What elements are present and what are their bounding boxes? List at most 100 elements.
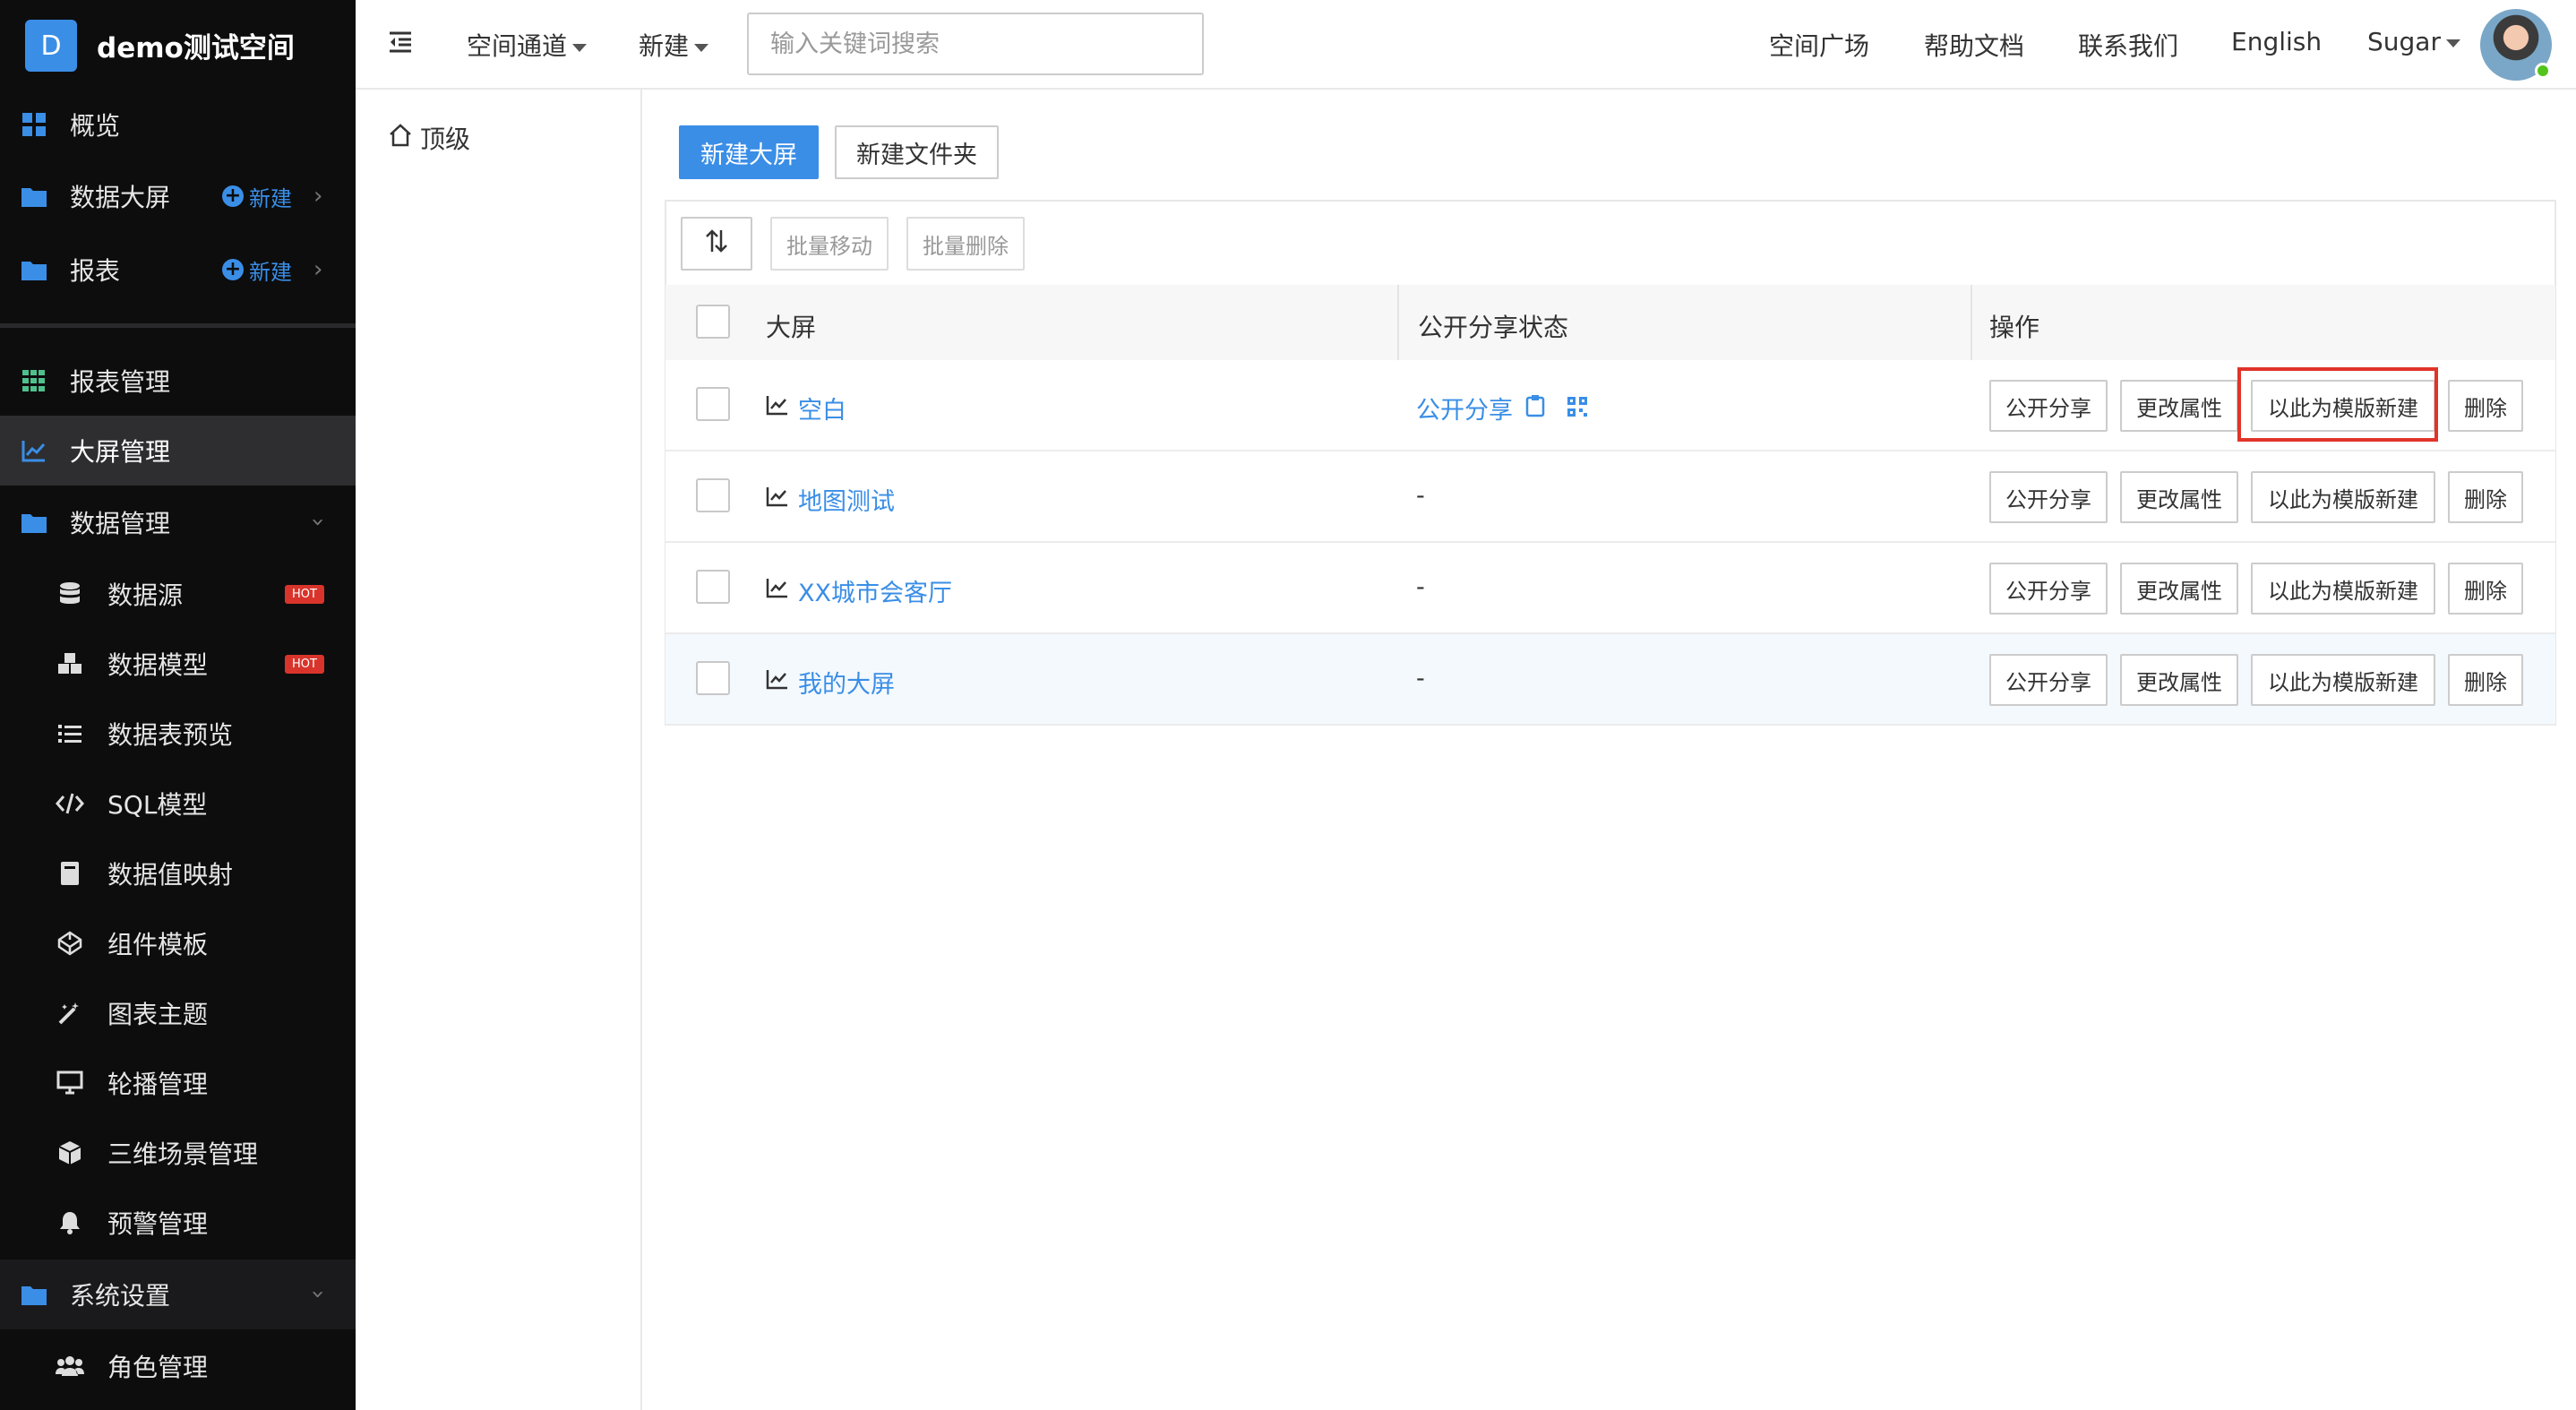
new-dropdown[interactable]: 新建 [639,27,709,63]
hot-badge: HOT [285,654,324,674]
top-header: 空间通道 新建 空间广场 帮助文档 联系我们 English Sugar [356,0,2576,90]
table-row: XX城市会客厅 - 公开分享 更改属性 以此为模版新建 删除 [665,543,2555,634]
sidebar-item-screens[interactable]: 数据大屏 + 新建 › [0,161,356,231]
sidebar-item-data-model[interactable]: 数据模型 HOT [0,629,356,699]
screen-name-link[interactable]: 我的大屏 [766,665,895,700]
users-icon [56,1352,84,1380]
sidebar-item-label: 数据大屏 [70,183,171,212]
sidebar-item-label: 图表主题 [107,1000,209,1029]
space-channel-dropdown[interactable]: 空间通道 [467,27,588,63]
sort-icon [704,228,729,261]
public-share-button[interactable]: 公开分享 [1989,654,2108,706]
sidebar-item-label: 系统设置 [70,1281,171,1311]
sidebar-item-label: SQL模型 [107,790,208,820]
new-label: 新建 [249,259,292,285]
create-from-template-button[interactable]: 以此为模版新建 [2251,563,2435,615]
share-status[interactable]: 公开分享 [1416,391,1513,426]
online-status-dot [2535,63,2551,79]
public-share-button[interactable]: 公开分享 [1989,380,2108,432]
delete-button[interactable]: 删除 [2448,471,2523,523]
edit-properties-button[interactable]: 更改属性 [2120,563,2238,615]
line-chart-icon [766,577,789,605]
sidebar-item-alerts[interactable]: 预警管理 [0,1188,356,1258]
codepen-icon [56,929,84,958]
column-header-actions: 操作 [1989,313,2040,342]
collapse-menu-icon[interactable] [388,30,413,57]
new-folder-button[interactable]: 新建文件夹 [835,125,999,179]
sidebar-item-datasource[interactable]: 数据源 HOT [0,559,356,629]
new-label: 新建 [639,31,690,61]
screen-name-link[interactable]: 空白 [766,391,846,426]
search-input[interactable] [747,13,1204,75]
batch-delete-button[interactable]: 批量删除 [906,217,1025,271]
sidebar-item-value-mapping[interactable]: 数据值映射 [0,838,356,908]
create-from-template-button[interactable]: 以此为模版新建 [2251,471,2435,523]
sidebar-item-component-templates[interactable]: 组件模板 [0,908,356,978]
user-menu[interactable]: Sugar [2367,27,2460,56]
logo-badge: D [25,20,77,72]
database-icon [56,580,84,608]
screen-name: XX城市会客厅 [798,580,952,607]
edit-properties-button[interactable]: 更改属性 [2120,380,2238,432]
sidebar-item-label: 角色管理 [107,1353,209,1382]
screen-name-link[interactable]: 地图测试 [766,482,895,517]
username: Sugar [2367,27,2441,56]
share-status-label: 公开分享 [1416,397,1513,425]
sidebar-item-table-preview[interactable]: 数据表预览 [0,699,356,769]
row-checkbox[interactable] [696,661,730,695]
sidebar-item-label: 轮播管理 [107,1070,209,1099]
sidebar-item-screen-management[interactable]: 大屏管理 [0,416,356,486]
select-all-checkbox[interactable] [696,305,730,339]
contact-us-link[interactable]: 联系我们 [2078,27,2178,63]
sidebar-item-carousel[interactable]: 轮播管理 [0,1048,356,1118]
cubes-icon [56,649,84,678]
public-share-button[interactable]: 公开分享 [1989,471,2108,523]
space-title: demo测试空间 [97,32,295,64]
folder-icon [20,255,48,284]
delete-button[interactable]: 删除 [2448,654,2523,706]
sidebar-item-roles[interactable]: 角色管理 [0,1331,356,1401]
sidebar-item-data-management[interactable]: 数据管理 › [0,487,356,557]
folder-icon [20,182,48,211]
help-docs-link[interactable]: 帮助文档 [1924,27,2024,63]
clipboard-icon[interactable] [1525,394,1545,421]
batch-move-button[interactable]: 批量移动 [770,217,889,271]
public-share-button[interactable]: 公开分享 [1989,563,2108,615]
sidebar-item-3d-scenes[interactable]: 三维场景管理 [0,1118,356,1188]
space-plaza-link[interactable]: 空间广场 [1769,27,1869,63]
caret-down-icon [572,43,588,52]
sidebar-item-overview[interactable]: 概览 [0,90,356,159]
new-report-link[interactable]: + 新建 [222,254,292,286]
row-checkbox[interactable] [696,478,730,512]
screen-name-link[interactable]: XX城市会客厅 [766,573,952,608]
sidebar-item-label: 预警管理 [107,1209,209,1239]
new-screen-link[interactable]: + 新建 [222,181,292,212]
create-from-template-button[interactable]: 以此为模版新建 [2251,654,2435,706]
sidebar-item-report-management[interactable]: 报表管理 [0,346,356,416]
column-separator [1397,285,1399,360]
sidebar-item-chart-themes[interactable]: 图表主题 [0,978,356,1048]
sort-button[interactable] [681,217,752,271]
language-link[interactable]: English [2231,27,2322,56]
logo[interactable]: D demo测试空间 [0,0,356,90]
screen-name: 空白 [798,397,846,425]
edit-properties-button[interactable]: 更改属性 [2120,654,2238,706]
qrcode-icon[interactable] [1567,396,1588,421]
tree-root-item[interactable]: 顶级 [388,120,470,156]
sidebar-item-sql-model[interactable]: SQL模型 [0,769,356,838]
new-screen-button[interactable]: 新建大屏 [679,125,819,179]
home-icon [388,123,413,153]
sidebar-item-system-settings[interactable]: 系统设置 › [0,1260,356,1329]
sidebar: D demo测试空间 概览 数据大屏 + 新建 › 报表 + 新建 › 报表管理 大… [0,0,356,1410]
delete-button[interactable]: 删除 [2448,563,2523,615]
sidebar-item-reports[interactable]: 报表 + 新建 › [0,235,356,305]
sidebar-item-label: 数据模型 [107,650,209,680]
sidebar-item-label: 数据管理 [70,509,171,538]
row-checkbox[interactable] [696,570,730,604]
edit-properties-button[interactable]: 更改属性 [2120,471,2238,523]
delete-button[interactable]: 删除 [2448,380,2523,432]
sidebar-item-label: 数据值映射 [107,860,234,890]
row-checkbox[interactable] [696,387,730,421]
table-header: 大屏 公开分享状态 操作 [665,285,2555,360]
folder-icon [20,508,48,537]
